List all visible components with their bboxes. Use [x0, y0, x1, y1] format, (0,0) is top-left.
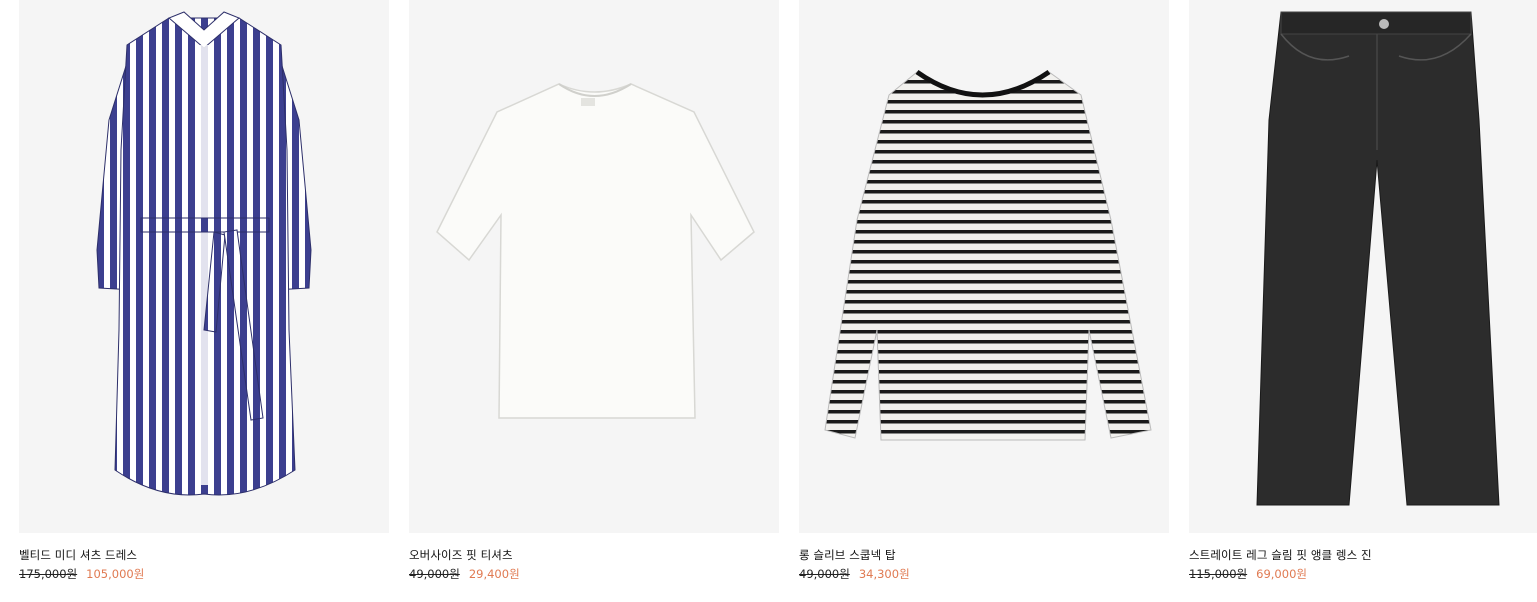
product-card[interactable]: 벨티드 미디 셔츠 드레스 175,000원 105,000원: [19, 0, 389, 581]
original-price: 49,000원: [409, 567, 460, 581]
original-price: 115,000원: [1189, 567, 1248, 581]
product-image[interactable]: [799, 0, 1169, 533]
product-name[interactable]: 스트레이트 레그 슬림 핏 앵클 렝스 진: [1189, 548, 1537, 562]
original-price: 175,000원: [19, 567, 78, 581]
striped-long-sleeve-top-image: [824, 69, 1152, 441]
striped-shirt-dress-image: [96, 11, 312, 496]
product-prices: 49,000원 34,300원: [799, 567, 1169, 581]
product-name[interactable]: 오버사이즈 핏 티셔츠: [409, 548, 779, 562]
product-card[interactable]: 롱 슬리브 스쿱넥 탑 49,000원 34,300원: [799, 0, 1169, 581]
sale-price: 34,300원: [858, 567, 910, 581]
product-image[interactable]: [409, 0, 779, 533]
sale-price: 69,000원: [1256, 567, 1307, 581]
black-jeans-image: [1256, 11, 1500, 506]
sale-price: 105,000원: [86, 567, 145, 581]
product-prices: 115,000원 69,000원: [1189, 567, 1537, 581]
product-image[interactable]: [19, 0, 389, 533]
product-card[interactable]: 오버사이즈 핏 티셔츠 49,000원 29,400원: [409, 0, 779, 581]
product-image[interactable]: [1189, 0, 1537, 533]
original-price: 49,000원: [799, 567, 850, 581]
product-name[interactable]: 벨티드 미디 셔츠 드레스: [19, 548, 389, 562]
product-prices: 175,000원 105,000원: [19, 567, 389, 581]
product-prices: 49,000원 29,400원: [409, 567, 779, 581]
sale-price: 29,400원: [468, 567, 520, 581]
product-grid: 벨티드 미디 셔츠 드레스 175,000원 105,000원 오버사이즈 핏 티…: [0, 0, 1537, 602]
white-tshirt-image: [436, 83, 755, 419]
product-name[interactable]: 롱 슬리브 스쿱넥 탑: [799, 548, 1169, 562]
product-card[interactable]: 스트레이트 레그 슬림 핏 앵클 렝스 진 115,000원 69,000원: [1189, 0, 1537, 581]
